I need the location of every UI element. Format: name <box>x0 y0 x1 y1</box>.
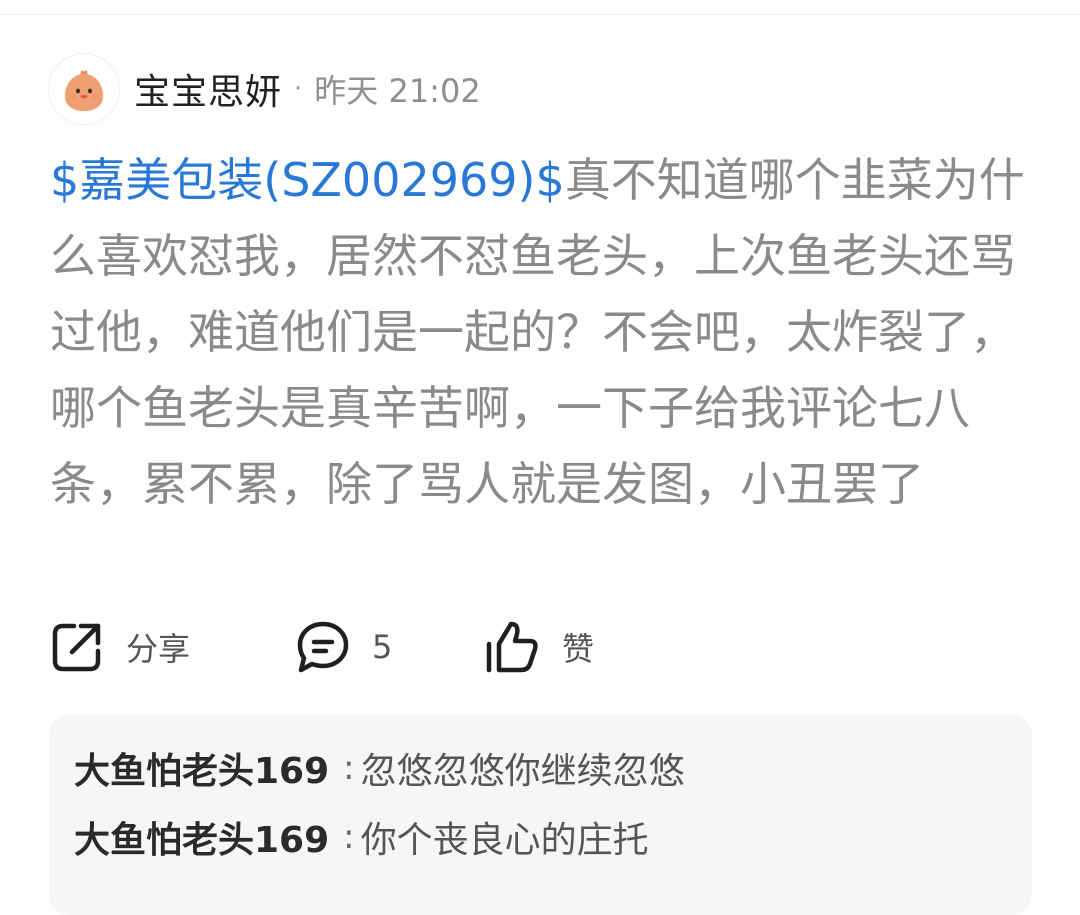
thumbs-up-icon <box>486 621 538 673</box>
share-button[interactable]: 分享 <box>50 618 296 676</box>
comment-bubble-icon <box>297 621 349 673</box>
post-time: 昨天 21:02 <box>314 72 481 110</box>
share-label: 分享 <box>126 630 191 668</box>
comment-button[interactable]: 5 <box>296 618 484 676</box>
meta-separator: · <box>294 74 303 104</box>
like-button[interactable]: 赞 <box>484 618 594 676</box>
like-label: 赞 <box>562 630 595 668</box>
comment-username[interactable]: 大鱼怕老头169 <box>74 742 329 794</box>
comments-preview[interactable]: 大鱼怕老头169 : 忽悠忽悠你继续忽悠 大鱼怕老头169 : 你个丧良心的庄托 <box>49 715 1032 915</box>
comment-text: 你个丧良心的庄托 <box>360 820 649 861</box>
share-icon <box>52 623 101 672</box>
comment-separator: : <box>343 817 355 857</box>
comment-separator: : <box>343 748 355 788</box>
comment-username[interactable]: 大鱼怕老头169 <box>74 811 329 863</box>
post-header: 宝宝思妍 · 昨天 21:02 <box>48 53 481 125</box>
avatar[interactable] <box>48 53 120 125</box>
comment-count: 5 <box>372 628 393 666</box>
author-name[interactable]: 宝宝思妍 <box>134 63 282 115</box>
stock-tag-link[interactable]: $嘉美包装(SZ002969)$ <box>50 153 565 207</box>
post-body: $嘉美包装(SZ002969)$真不知道哪个韭菜为什么喜欢怼我，居然不怼鱼老头，… <box>50 142 1035 522</box>
comment-text: 忽悠忽悠你继续忽悠 <box>360 751 685 792</box>
comment-item[interactable]: 大鱼怕老头169 : 你个丧良心的庄托 <box>74 809 649 865</box>
top-divider <box>0 14 1080 15</box>
action-bar: 分享 5 赞 <box>50 618 594 676</box>
comment-item[interactable]: 大鱼怕老头169 : 忽悠忽悠你继续忽悠 <box>74 740 685 796</box>
chick-avatar-icon <box>65 70 103 111</box>
